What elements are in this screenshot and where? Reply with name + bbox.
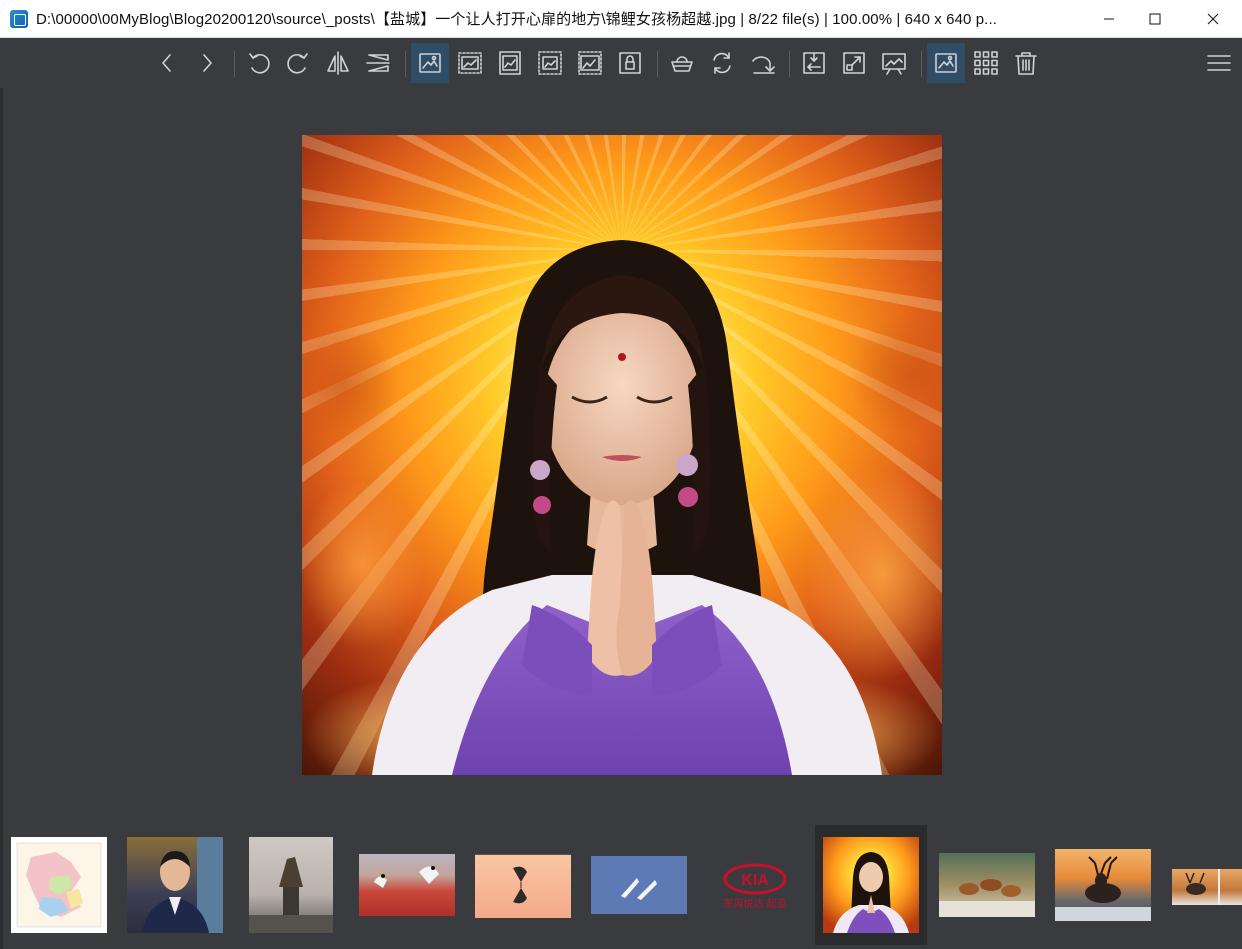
lock-zoom-button[interactable] — [611, 43, 649, 83]
slideshow-button[interactable] — [875, 43, 913, 83]
close-icon — [1207, 13, 1219, 25]
image-fit-icon — [419, 53, 441, 73]
rotate-right-icon — [287, 53, 308, 74]
toolbar-separator — [789, 51, 790, 77]
main-menu-button[interactable] — [1200, 43, 1238, 83]
thumb-man-portrait[interactable] — [127, 837, 223, 933]
svg-text:KIA: KIA — [741, 872, 769, 889]
refresh-button[interactable] — [703, 43, 741, 83]
window-left-edge — [0, 38, 3, 949]
auto-zoom-button[interactable] — [411, 43, 449, 83]
checkerboard-button[interactable] — [663, 43, 701, 83]
goto-image-button[interactable] — [795, 43, 833, 83]
hamburger-menu-icon — [1207, 55, 1231, 71]
goto-image-icon — [803, 52, 825, 74]
statue-icon — [249, 857, 333, 933]
scale-to-width-button[interactable] — [451, 43, 489, 83]
flip-vertical-icon — [366, 54, 390, 72]
thumb-statue[interactable] — [249, 837, 333, 933]
thumb-flamingo-reflection[interactable] — [475, 854, 571, 918]
maximize-icon — [1149, 13, 1161, 25]
close-button[interactable] — [1190, 0, 1236, 38]
toolbar-separator — [657, 51, 658, 77]
lock-image-icon — [619, 52, 641, 74]
view-image-button[interactable] — [927, 43, 965, 83]
next-button[interactable] — [188, 43, 226, 83]
app-logo-icon — [10, 9, 28, 28]
fullscreen-icon — [843, 52, 865, 74]
cranes-icon — [374, 866, 439, 888]
thumb-kia-logo[interactable]: KIA 东风悦达·起亚 — [707, 855, 803, 917]
refresh-icon — [713, 52, 731, 74]
image-view-icon — [935, 53, 957, 73]
image-width-icon — [458, 52, 482, 74]
image-fit-dashed-icon — [538, 51, 562, 75]
thumb-cranes-sky[interactable] — [591, 856, 687, 914]
delete-button[interactable] — [1007, 43, 1045, 83]
flying-cranes-icon — [621, 878, 657, 900]
man-portrait-icon — [142, 837, 223, 933]
toolbar — [0, 38, 1242, 88]
rotate-left-icon — [249, 53, 270, 74]
flip-vertical-button[interactable] — [359, 43, 397, 83]
deer-herd-icon — [939, 879, 1035, 917]
map-thumbnail-icon — [16, 842, 102, 928]
thumb-map[interactable] — [11, 837, 107, 933]
thumb-cranes-field[interactable] — [359, 854, 455, 916]
rotate-left-button[interactable] — [240, 43, 278, 83]
thumb-deer-herd[interactable] — [939, 853, 1035, 917]
slideshow-icon — [882, 53, 906, 75]
scale-to-fill-button[interactable] — [571, 43, 609, 83]
window-title: D:\00000\00MyBlog\Blog20200120\source\_p… — [36, 11, 997, 28]
praying-girl-icon — [833, 852, 909, 933]
scale-to-fit-button[interactable] — [531, 43, 569, 83]
chevron-left-icon — [162, 54, 171, 72]
rotate-right-button[interactable] — [279, 43, 317, 83]
deer-partial-icon — [1185, 869, 1220, 905]
rotate-redo-button[interactable] — [743, 43, 781, 83]
basket-icon — [671, 56, 693, 72]
main-image-praying-girl[interactable] — [302, 135, 942, 775]
kia-logo-icon: KIA 东风悦达·起亚 — [723, 863, 787, 910]
praying-girl-figure — [372, 240, 882, 775]
chevron-right-icon — [203, 54, 212, 72]
toolbar-separator — [234, 51, 235, 77]
svg-text:东风悦达·起亚: 东风悦达·起亚 — [723, 897, 786, 910]
title-bar[interactable]: D:\00000\00MyBlog\Blog20200120\source\_p… — [0, 0, 1242, 38]
flip-horizontal-icon — [327, 51, 349, 75]
redo-arrow-icon — [752, 56, 775, 74]
stag-icon — [1055, 856, 1151, 921]
scale-to-height-button[interactable] — [491, 43, 529, 83]
thumb-praying-girl[interactable] — [823, 837, 919, 933]
thumbnail-grid-button[interactable] — [967, 43, 1005, 83]
image-fill-icon — [578, 51, 602, 75]
grid-icon — [974, 51, 998, 75]
full-screen-button[interactable] — [835, 43, 873, 83]
previous-button[interactable] — [148, 43, 186, 83]
thumb-praying-girl-cell[interactable] — [815, 825, 927, 945]
minimize-button[interactable] — [1086, 0, 1132, 38]
thumb-stag-sunset[interactable] — [1055, 849, 1151, 921]
trash-icon — [1015, 52, 1037, 75]
flamingo-icon — [475, 854, 571, 904]
thumbnail-strip: KIA 东风悦达·起亚 — [0, 825, 1242, 949]
thumb-deer-partial[interactable] — [1172, 869, 1242, 905]
flip-horizontal-button[interactable] — [319, 43, 357, 83]
image-height-icon — [499, 51, 521, 75]
toolbar-separator — [405, 51, 406, 77]
maximize-button[interactable] — [1132, 0, 1178, 38]
minimize-icon — [1104, 18, 1114, 20]
toolbar-separator — [921, 51, 922, 77]
